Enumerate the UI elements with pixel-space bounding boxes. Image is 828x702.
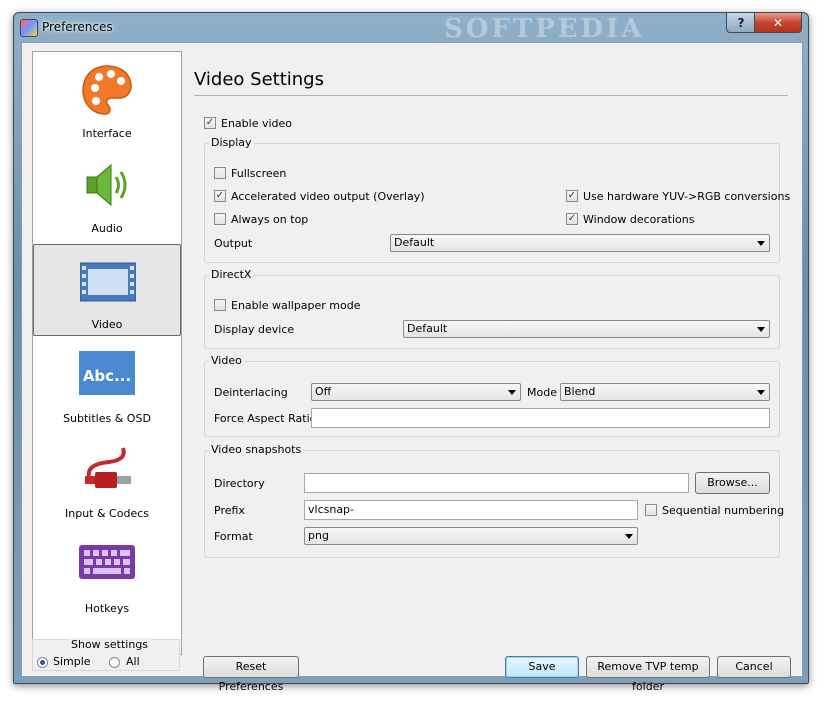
deinterlacing-select-value: Off bbox=[315, 385, 332, 398]
category-interface[interactable]: Interface bbox=[33, 54, 181, 146]
video-group-title: Video bbox=[209, 354, 244, 367]
remove-tvp-temp-folder-button[interactable]: Remove TVP temp folder bbox=[586, 656, 710, 693]
category-label: Video bbox=[91, 318, 123, 331]
always-on-top-label: Always on top bbox=[231, 213, 309, 226]
page-title: Video Settings bbox=[194, 69, 324, 90]
radio-simple-label: Simple bbox=[53, 655, 91, 668]
video-snapshots-group-title: Video snapshots bbox=[209, 443, 304, 456]
radio-simple[interactable] bbox=[37, 657, 48, 668]
prefix-input[interactable]: vlcsnap- bbox=[304, 500, 638, 520]
format-select[interactable]: png bbox=[304, 527, 638, 545]
deinterlacing-select[interactable]: Off bbox=[311, 383, 521, 401]
radio-all-label: All bbox=[126, 655, 140, 668]
display-group-title: Display bbox=[209, 136, 254, 149]
display-device-label: Display device bbox=[214, 323, 295, 336]
palette-icon bbox=[82, 65, 132, 115]
deinterlacing-label: Deinterlacing bbox=[214, 386, 288, 399]
film-icon bbox=[80, 262, 136, 302]
window-decorations-label: Window decorations bbox=[583, 213, 695, 226]
category-audio[interactable]: Audio bbox=[33, 149, 181, 241]
dialog-client-area: Interface Audio Video Abc... Subtitles &… bbox=[21, 42, 803, 693]
force-aspect-ratio-input[interactable] bbox=[311, 408, 770, 428]
force-aspect-ratio-label: Force Aspect Ratio bbox=[214, 412, 317, 425]
directory-label: Directory bbox=[214, 477, 265, 490]
chevron-down-icon bbox=[757, 390, 765, 395]
directory-input[interactable] bbox=[304, 473, 689, 493]
browse-button[interactable]: Browse... bbox=[695, 472, 770, 494]
chevron-down-icon bbox=[757, 327, 765, 332]
show-settings-label: Show settings bbox=[69, 638, 151, 651]
always-on-top-checkbox[interactable] bbox=[214, 213, 226, 225]
hw-yuv-checkbox[interactable]: ✓ bbox=[566, 190, 578, 202]
app-icon bbox=[20, 19, 38, 37]
category-subtitles-osd[interactable]: Abc... Subtitles & OSD bbox=[33, 339, 181, 431]
chevron-down-icon bbox=[508, 390, 516, 395]
cancel-button[interactable]: Cancel bbox=[717, 656, 791, 678]
subtitles-icon-text: Abc... bbox=[83, 367, 131, 385]
title-divider bbox=[194, 95, 788, 96]
wallpaper-mode-label: Enable wallpaper mode bbox=[231, 299, 361, 312]
enable-video-checkbox[interactable]: ✓ bbox=[204, 117, 216, 129]
accelerated-output-checkbox[interactable]: ✓ bbox=[214, 190, 226, 202]
chevron-down-icon bbox=[625, 534, 633, 539]
keyboard-icon bbox=[79, 545, 135, 579]
format-select-value: png bbox=[308, 529, 329, 542]
display-device-select-value: Default bbox=[407, 322, 448, 335]
directx-group-title: DirectX bbox=[209, 268, 254, 281]
category-video[interactable]: Video bbox=[33, 244, 181, 336]
softpedia-watermark: SOFTPEDIA bbox=[444, 14, 645, 44]
chevron-down-icon bbox=[757, 241, 765, 246]
radio-all[interactable] bbox=[109, 657, 120, 668]
category-sidebar: Interface Audio Video Abc... Subtitles &… bbox=[32, 51, 182, 655]
output-select[interactable]: Default bbox=[390, 234, 770, 252]
wallpaper-mode-checkbox[interactable] bbox=[214, 299, 226, 311]
hw-yuv-label: Use hardware YUV->RGB conversions bbox=[583, 190, 791, 203]
show-settings-group: Show settings Simple All bbox=[32, 638, 180, 671]
fullscreen-label: Fullscreen bbox=[231, 167, 287, 180]
prefix-label: Prefix bbox=[214, 504, 245, 517]
window-decorations-checkbox[interactable]: ✓ bbox=[566, 213, 578, 225]
title-bar[interactable]: Preferences SOFTPEDIA ? ✕ bbox=[14, 13, 808, 44]
category-label: Interface bbox=[82, 127, 132, 140]
accelerated-output-label: Accelerated video output (Overlay) bbox=[231, 190, 425, 203]
category-label: Audio bbox=[91, 222, 123, 235]
reset-preferences-button[interactable]: Reset Preferences bbox=[203, 656, 299, 693]
category-label: Hotkeys bbox=[84, 602, 130, 615]
category-label: Input & Codecs bbox=[65, 507, 149, 520]
window-title: Preferences bbox=[42, 20, 113, 34]
save-button[interactable]: Save bbox=[505, 656, 579, 678]
subtitles-icon: Abc... bbox=[79, 351, 135, 395]
format-label: Format bbox=[214, 530, 253, 543]
mode-select[interactable]: Blend bbox=[560, 383, 770, 401]
mode-select-value: Blend bbox=[564, 385, 596, 398]
category-label: Subtitles & OSD bbox=[63, 412, 151, 425]
sequential-numbering-checkbox[interactable] bbox=[645, 504, 657, 516]
sequential-numbering-label: Sequential numbering bbox=[662, 504, 785, 517]
category-input-codecs[interactable]: Input & Codecs bbox=[33, 434, 181, 526]
output-label: Output bbox=[214, 237, 253, 250]
fullscreen-checkbox[interactable] bbox=[214, 167, 226, 179]
mode-label: Mode bbox=[527, 386, 557, 399]
display-device-select[interactable]: Default bbox=[403, 320, 770, 338]
output-select-value: Default bbox=[394, 236, 435, 249]
cable-icon bbox=[85, 447, 131, 488]
preferences-window: Preferences SOFTPEDIA ? ✕ Interface Audi… bbox=[13, 12, 809, 693]
category-hotkeys[interactable]: Hotkeys bbox=[33, 529, 181, 621]
speaker-icon bbox=[86, 163, 127, 207]
help-button[interactable]: ? bbox=[726, 13, 756, 33]
enable-video-label: Enable video bbox=[221, 117, 293, 130]
close-button[interactable]: ✕ bbox=[754, 13, 802, 33]
